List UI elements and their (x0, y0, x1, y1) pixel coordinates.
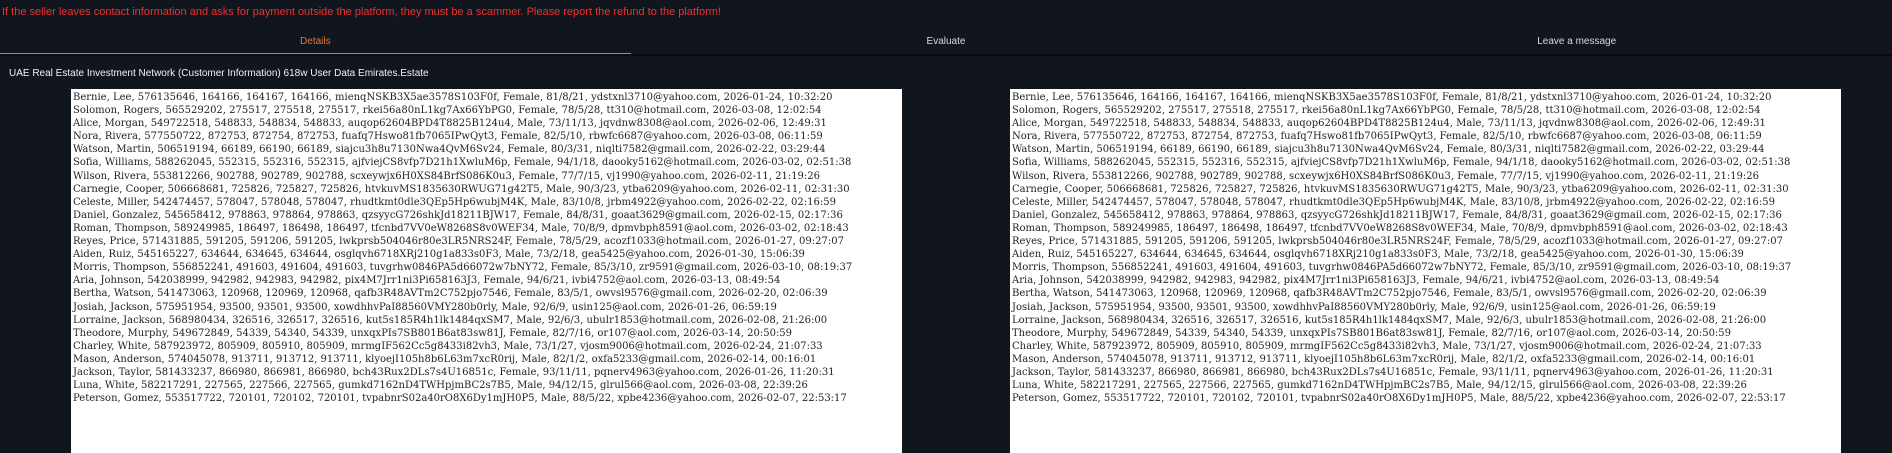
record-line: Peterson, Gomez, 553517722, 720101, 7201… (1012, 393, 1786, 405)
record-line: Mason, Anderson, 574045078, 913711, 9137… (73, 353, 817, 365)
record-line: Lorraine, Jackson, 568980434, 326516, 32… (73, 314, 828, 326)
record-line: Theodore, Murphy, 549672849, 54339, 5434… (73, 327, 793, 339)
tab-evaluate[interactable]: Evaluate (631, 32, 1262, 54)
record-list: Bernie, Lee, 576135646, 164166, 164167, … (1010, 89, 1841, 405)
record-line: Celeste, Miller, 542474457, 578047, 5780… (73, 196, 836, 208)
record-line: Lorraine, Jackson, 568980434, 326516, 32… (1012, 314, 1767, 326)
record-line: Aria, Johnson, 542038999, 942982, 942983… (1012, 275, 1720, 287)
record-line: Watson, Martin, 506519194, 66189, 66190,… (1012, 144, 1765, 156)
record-line: Alice, Morgan, 549722518, 548833, 548834… (1012, 118, 1766, 130)
tab-leave-a-message[interactable]: Leave a message (1261, 32, 1892, 54)
tab-bar: Details Evaluate Leave a message (0, 32, 1892, 55)
record-line: Daniel, Gonzalez, 545658412, 978863, 978… (73, 209, 843, 221)
sample-data-image-left: Bernie, Lee, 576135646, 164166, 164167, … (71, 89, 902, 453)
record-line: Carnegie, Cooper, 506668681, 725826, 725… (1012, 183, 1789, 195)
record-line: Watson, Martin, 506519194, 66189, 66190,… (73, 144, 826, 156)
record-line: Aiden, Ruiz, 545165227, 634644, 634645, … (1012, 249, 1744, 261)
record-list: Bernie, Lee, 576135646, 164166, 164167, … (71, 89, 902, 405)
record-line: Charley, White, 587923972, 805909, 80591… (73, 340, 823, 352)
record-line: Morris, Thompson, 556852241, 491603, 491… (1012, 262, 1792, 274)
page-title: UAE Real Estate Investment Network (Cust… (9, 68, 429, 79)
record-line: Wilson, Rivera, 553812266, 902788, 90278… (73, 170, 821, 182)
record-line: Theodore, Murphy, 549672849, 54339, 5434… (1012, 327, 1732, 339)
record-line: Jackson, Taylor, 581433237, 866980, 8669… (1012, 366, 1774, 378)
record-line: Peterson, Gomez, 553517722, 720101, 7201… (73, 393, 847, 405)
record-line: Aiden, Ruiz, 545165227, 634644, 634645, … (73, 249, 805, 261)
tab-divider (0, 54, 1892, 56)
record-line: Wilson, Rivera, 553812266, 902788, 90278… (1012, 170, 1760, 182)
record-line: Alice, Morgan, 549722518, 548833, 548834… (73, 118, 827, 130)
record-line: Aria, Johnson, 542038999, 942982, 942983… (73, 275, 781, 287)
record-line: Reyes, Price, 571431885, 591205, 591206,… (73, 236, 844, 248)
record-line: Nora, Rivera, 577550722, 872753, 872754,… (73, 131, 823, 143)
record-line: Bernie, Lee, 576135646, 164166, 164167, … (73, 92, 833, 103)
record-line: Charley, White, 587923972, 805909, 80591… (1012, 340, 1762, 352)
record-line: Jackson, Taylor, 581433237, 866980, 8669… (73, 366, 835, 378)
record-line: Morris, Thompson, 556852241, 491603, 491… (73, 262, 853, 274)
sample-data-image-right: Bernie, Lee, 576135646, 164166, 164167, … (1010, 89, 1841, 453)
record-line: Carnegie, Cooper, 506668681, 725826, 725… (73, 183, 850, 195)
record-line: Nora, Rivera, 577550722, 872753, 872754,… (1012, 131, 1762, 143)
record-line: Josiah, Jackson, 575951954, 93500, 93501… (1012, 301, 1716, 313)
record-line: Bertha, Watson, 541473063, 120968, 12096… (73, 288, 828, 300)
record-line: Mason, Anderson, 574045078, 913711, 9137… (1012, 353, 1756, 365)
scam-warning-text: If the seller leaves contact information… (2, 6, 722, 18)
record-line: Reyes, Price, 571431885, 591205, 591206,… (1012, 236, 1783, 248)
record-line: Josiah, Jackson, 575951954, 93500, 93501… (73, 301, 777, 313)
record-line: Luna, White, 582217291, 227565, 227566, … (73, 380, 808, 392)
record-line: Bertha, Watson, 541473063, 120968, 12096… (1012, 288, 1767, 300)
record-line: Roman, Thompson, 589249985, 186497, 1864… (73, 222, 849, 234)
record-line: Sofia, Williams, 588262045, 552315, 5523… (1012, 157, 1791, 169)
record-line: Celeste, Miller, 542474457, 578047, 5780… (1012, 196, 1775, 208)
record-line: Bernie, Lee, 576135646, 164166, 164167, … (1012, 92, 1772, 103)
tab-details[interactable]: Details (0, 32, 631, 55)
record-line: Daniel, Gonzalez, 545658412, 978863, 978… (1012, 209, 1782, 221)
record-line: Roman, Thompson, 589249985, 186497, 1864… (1012, 222, 1788, 234)
record-line: Luna, White, 582217291, 227565, 227566, … (1012, 380, 1747, 392)
record-line: Solomon, Rogers, 565529202, 275517, 2755… (1012, 105, 1761, 117)
record-line: Solomon, Rogers, 565529202, 275517, 2755… (73, 105, 822, 117)
record-line: Sofia, Williams, 588262045, 552315, 5523… (73, 157, 852, 169)
